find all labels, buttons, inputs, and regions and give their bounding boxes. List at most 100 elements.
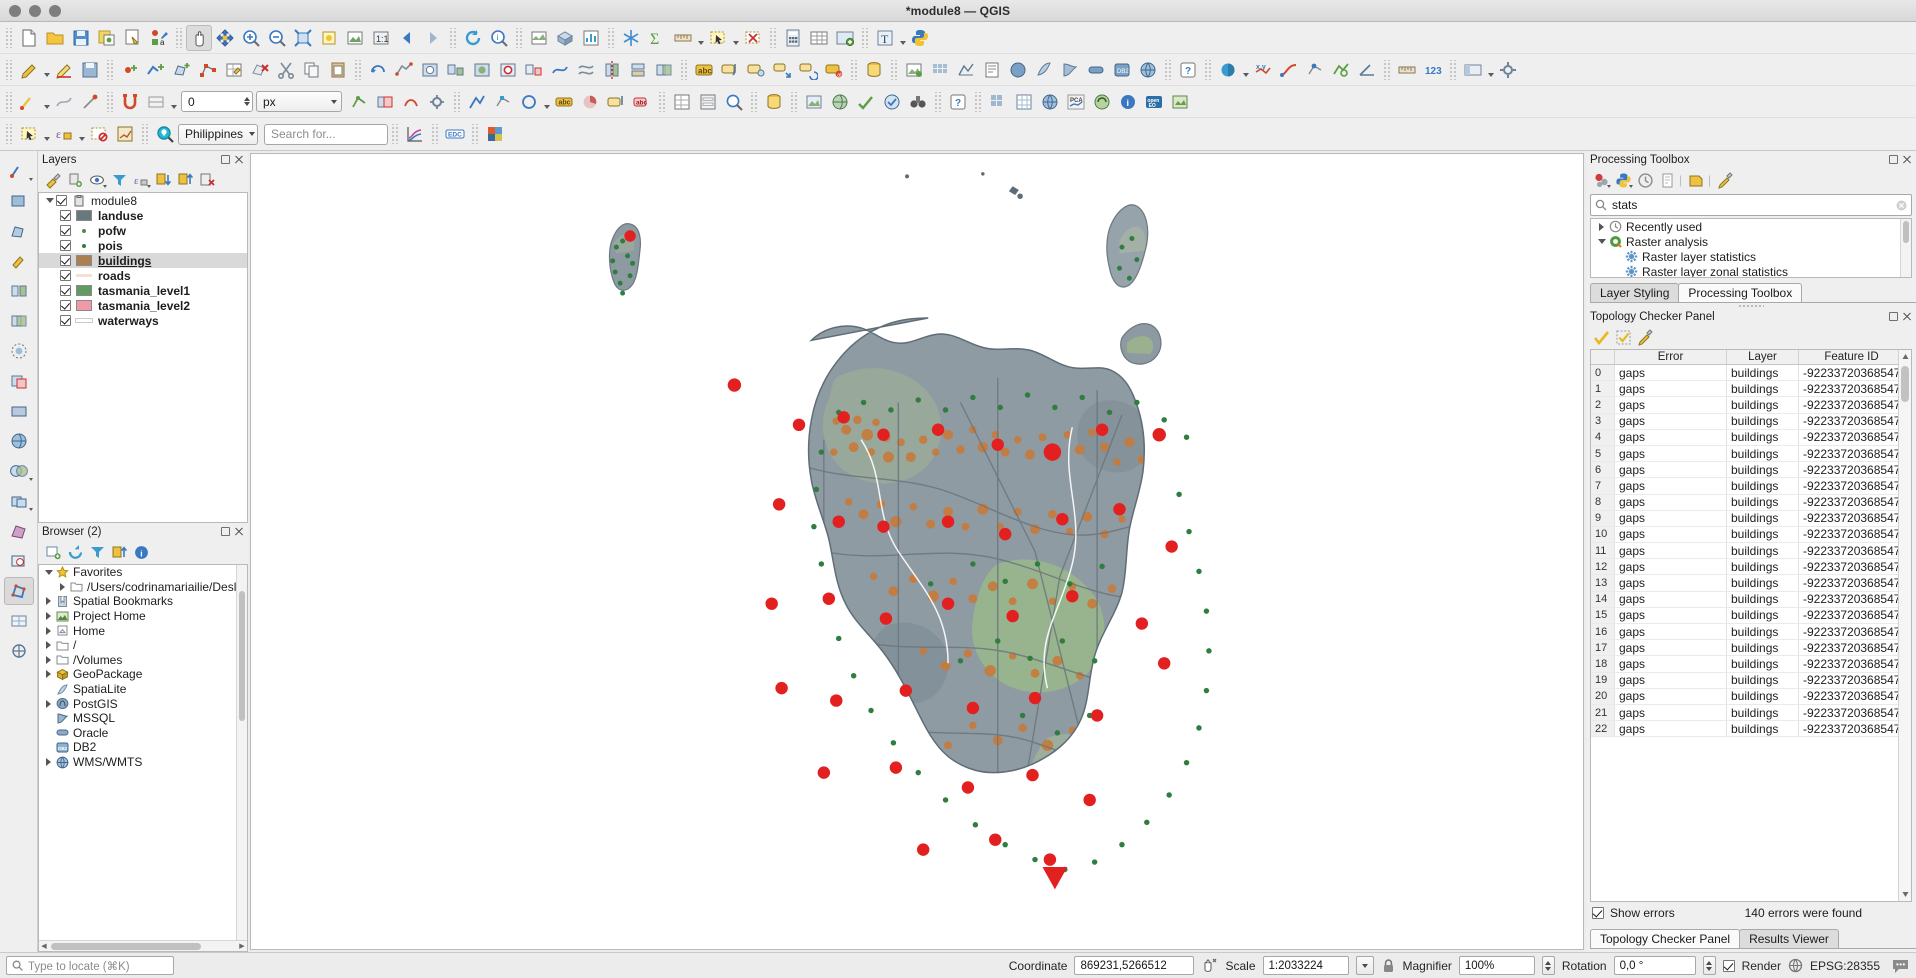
select-color-icon[interactable]: [1215, 57, 1241, 83]
show-statistics-icon[interactable]: [578, 25, 604, 51]
open-project-icon[interactable]: [42, 25, 68, 51]
layer-item-landuse[interactable]: landuse: [39, 208, 247, 223]
configure-icon[interactable]: [1635, 327, 1656, 348]
raster-calc-icon[interactable]: [985, 89, 1011, 115]
expand-all-icon[interactable]: [153, 170, 174, 191]
toggle-editing-icon[interactable]: [51, 57, 77, 83]
text-annotation-icon[interactable]: T: [872, 25, 898, 51]
close-icon[interactable]: [1902, 155, 1912, 164]
tab-layer-styling[interactable]: Layer Styling: [1590, 283, 1680, 302]
toolbar-grip[interactable]: [354, 59, 362, 80]
buffer-icon[interactable]: [4, 337, 34, 365]
highlight-label-icon[interactable]: abc: [629, 89, 655, 115]
country-filter-combo[interactable]: Philippines: [178, 123, 258, 145]
ruler-icon[interactable]: [1394, 57, 1420, 83]
crs-label[interactable]: EPSG:28355: [1810, 959, 1880, 973]
add-db2-layer-icon[interactable]: DB2: [1109, 57, 1135, 83]
open-attribute-table-2-icon[interactable]: [669, 89, 695, 115]
add-mssql-layer-icon[interactable]: [1057, 57, 1083, 83]
select-by-location-icon[interactable]: [16, 121, 42, 147]
collapse-all-icon[interactable]: [109, 542, 130, 563]
expand-toggle-icon[interactable]: [42, 569, 55, 575]
rotate-feature-icon[interactable]: [365, 57, 391, 83]
validate-all-icon[interactable]: [1591, 327, 1612, 348]
annotation-dropdown-caret[interactable]: [898, 25, 907, 51]
shape-caret[interactable]: [542, 89, 551, 115]
manage-map-themes-icon[interactable]: [87, 170, 108, 191]
expand-toggle-icon[interactable]: [42, 758, 55, 767]
browser-item[interactable]: MSSQL: [39, 711, 247, 726]
processing-vscrollbar[interactable]: [1900, 219, 1911, 277]
label-tool-icon[interactable]: abc: [551, 89, 577, 115]
table-row[interactable]: 17gapsbuildings-9223372036854775808: [1591, 640, 1911, 657]
browser-vscrollbar[interactable]: [236, 565, 247, 940]
identify-features-icon[interactable]: i: [486, 25, 512, 51]
add-part-icon[interactable]: [443, 57, 469, 83]
zoom-to-selection-icon[interactable]: [316, 25, 342, 51]
magnifier-stepper[interactable]: [1541, 956, 1555, 975]
expand-toggle-icon[interactable]: [56, 582, 69, 591]
select-features-icon[interactable]: [705, 25, 731, 51]
georeferencer-icon[interactable]: [1328, 57, 1354, 83]
magnifier-value[interactable]: 100%: [1458, 956, 1535, 975]
python-console-icon[interactable]: [907, 25, 933, 51]
select-dropdown-caret[interactable]: [731, 25, 740, 51]
binoculars-icon[interactable]: [905, 89, 931, 115]
toolbar-grip[interactable]: [680, 59, 688, 80]
toolbar-grip[interactable]: [1164, 59, 1172, 80]
toolbar-grip[interactable]: [515, 27, 523, 48]
delete-selected-icon[interactable]: [247, 57, 273, 83]
current-edits-caret[interactable]: [42, 57, 51, 83]
table-row[interactable]: 18gapsbuildings-9223372036854775808: [1591, 656, 1911, 673]
snowflake-icon[interactable]: [618, 25, 644, 51]
advanced-digitizing-icon[interactable]: [464, 89, 490, 115]
rotation-stepper[interactable]: [1702, 956, 1716, 975]
browser-hscroll-thumb[interactable]: [51, 942, 201, 950]
processing-tree-item[interactable]: Raster layer statistics: [1591, 249, 1911, 264]
layer-visibility-checkbox[interactable]: [60, 270, 71, 281]
save-layer-edits-icon[interactable]: [77, 57, 103, 83]
layer-visibility-checkbox[interactable]: [60, 210, 71, 221]
reshape-features-icon[interactable]: [547, 57, 573, 83]
processing-tree-item[interactable]: Raster analysis: [1591, 234, 1911, 249]
add-wms-layer-icon[interactable]: [1135, 57, 1161, 83]
browser-item[interactable]: SpatiaLite: [39, 682, 247, 697]
zoom-to-features-icon[interactable]: [721, 89, 747, 115]
zoom-out-icon[interactable]: [264, 25, 290, 51]
globe-tool-icon[interactable]: [1037, 89, 1063, 115]
layer-visibility-checkbox[interactable]: [60, 300, 71, 311]
remove-layer-icon[interactable]: [197, 170, 218, 191]
semi-automatic-classification-icon[interactable]: [1089, 89, 1115, 115]
table-row[interactable]: 10gapsbuildings-9223372036854775808: [1591, 526, 1911, 544]
error-table-vscroll-thumb[interactable]: [1901, 366, 1909, 402]
topology-error-table[interactable]: Error Layer Feature ID 0 gaps buildings -92…: [1590, 349, 1912, 902]
layer-item-buildings[interactable]: buildings: [39, 253, 247, 268]
toolbar-grip[interactable]: [850, 59, 858, 80]
help-contents-icon[interactable]: ?: [1175, 57, 1201, 83]
toolbar-grip[interactable]: [658, 91, 666, 112]
toolbar-grip[interactable]: [750, 91, 758, 112]
refresh-icon[interactable]: [65, 542, 86, 563]
copy-features-icon[interactable]: [299, 57, 325, 83]
statistical-summary-icon[interactable]: [112, 121, 138, 147]
save-project-as-icon[interactable]: [94, 25, 120, 51]
browser-item[interactable]: Home: [39, 623, 247, 638]
table-row[interactable]: 8gapsbuildings-9223372036854775808: [1591, 494, 1911, 511]
map-plugin-icon[interactable]: [801, 89, 827, 115]
add-polygon-feature-icon[interactable]: [169, 57, 195, 83]
move-label-icon[interactable]: [769, 57, 795, 83]
enable-snapping-icon[interactable]: [117, 89, 143, 115]
merge-features-icon[interactable]: [651, 57, 677, 83]
layer-visibility-checkbox[interactable]: [60, 315, 71, 326]
column-header-error[interactable]: Error: [1615, 350, 1727, 364]
locator-input[interactable]: Type to locate (⌘K): [6, 956, 174, 975]
pan-to-selection-icon[interactable]: [212, 25, 238, 51]
edit-geometry-icon[interactable]: [4, 247, 34, 275]
offset-curve-icon[interactable]: [573, 57, 599, 83]
add-oracle-layer-icon[interactable]: [1083, 57, 1109, 83]
toolbar-grip[interactable]: [790, 91, 798, 112]
rotate-label-icon[interactable]: [795, 57, 821, 83]
scale-value[interactable]: 1:2033224: [1262, 956, 1349, 975]
toolbar-grip[interactable]: [5, 124, 13, 144]
refresh-icon[interactable]: [460, 25, 486, 51]
